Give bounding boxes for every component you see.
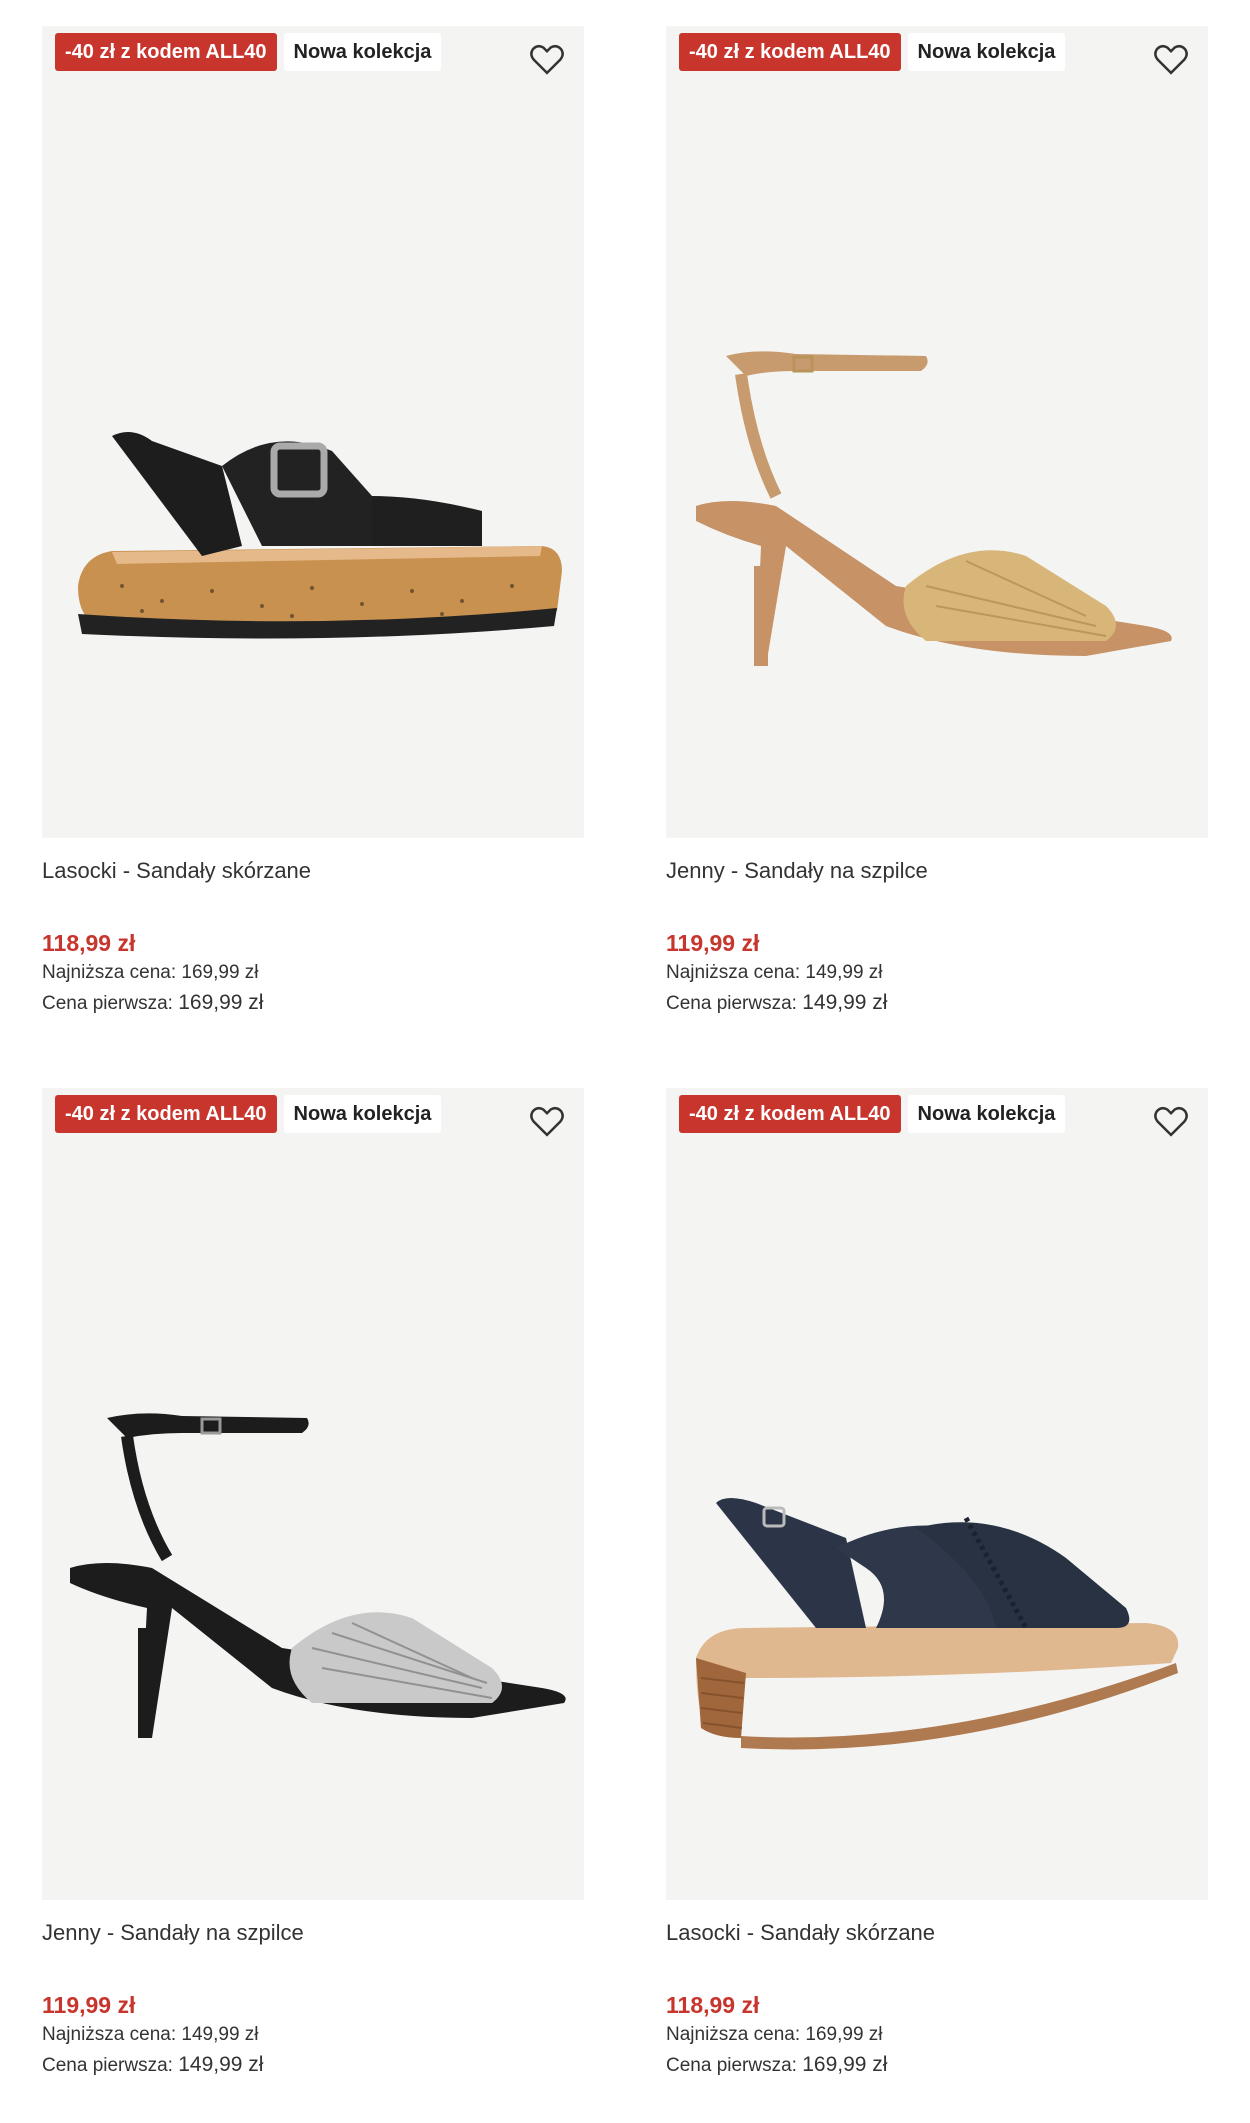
lowest-price-label: Najniższa cena: bbox=[42, 962, 177, 983]
first-price-row: Cena pierwsza: 149,99 zł bbox=[42, 2050, 584, 2080]
promo-badge: -40 zł z kodem ALL40 bbox=[55, 1095, 277, 1133]
first-price-label: Cena pierwsza: bbox=[42, 2055, 173, 2076]
lowest-price-value: 169,99 zł bbox=[181, 962, 259, 983]
first-price-label: Cena pierwsza: bbox=[666, 993, 797, 1014]
heart-outline-icon bbox=[1154, 1106, 1188, 1137]
first-price-value: 169,99 zł bbox=[178, 991, 264, 1014]
product-image[interactable]: -40 zł z kodem ALL40 Nowa kolekcja bbox=[666, 1088, 1208, 1900]
favorite-button[interactable] bbox=[1150, 1102, 1192, 1140]
product-name[interactable]: Jenny - Sandały na szpilce bbox=[42, 1918, 584, 1948]
product-card[interactable]: -40 zł z kodem ALL40 Nowa kolekcja Lasoc… bbox=[666, 1088, 1208, 2080]
new-collection-badge: Nowa kolekcja bbox=[283, 1095, 442, 1133]
favorite-button[interactable] bbox=[1150, 40, 1192, 78]
product-price: 119,99 zł bbox=[42, 1992, 136, 2018]
product-image[interactable]: -40 zł z kodem ALL40 Nowa kolekcja bbox=[42, 1088, 584, 1900]
lowest-price-row: Najniższa cena: 169,99 zł bbox=[666, 2020, 1208, 2050]
heart-outline-icon bbox=[530, 44, 564, 75]
lowest-price-value: 149,99 zł bbox=[805, 962, 883, 983]
product-image[interactable]: -40 zł z kodem ALL40 Nowa kolekcja bbox=[666, 26, 1208, 838]
first-price-value: 149,99 zł bbox=[178, 2053, 264, 2076]
product-price: 118,99 zł bbox=[42, 930, 136, 956]
navy-wedge-sandal-image bbox=[696, 1498, 1179, 1750]
product-card[interactable]: -40 zł z kodem ALL40 Nowa kolekcja Jenny… bbox=[42, 1088, 584, 2080]
lowest-price-label: Najniższa cena: bbox=[666, 2024, 801, 2045]
product-image[interactable]: -40 zł z kodem ALL40 Nowa kolekcja bbox=[42, 26, 584, 838]
black-silver-heeled-sandal-image bbox=[70, 1413, 566, 1738]
first-price-label: Cena pierwsza: bbox=[666, 2055, 797, 2076]
lowest-price-label: Najniższa cena: bbox=[666, 962, 801, 983]
first-price-label: Cena pierwsza: bbox=[42, 993, 173, 1014]
tan-gold-heeled-sandal-image bbox=[696, 351, 1172, 666]
product-card[interactable]: -40 zł z kodem ALL40 Nowa kolekcja Jenny… bbox=[666, 26, 1208, 1018]
product-price: 118,99 zł bbox=[666, 1992, 760, 2018]
lowest-price-row: Najniższa cena: 169,99 zł bbox=[42, 958, 584, 988]
favorite-button[interactable] bbox=[526, 40, 568, 78]
lowest-price-value: 169,99 zł bbox=[805, 2024, 883, 2045]
product-name[interactable]: Jenny - Sandały na szpilce bbox=[666, 856, 1208, 886]
lowest-price-value: 149,99 zł bbox=[181, 2024, 259, 2045]
first-price-row: Cena pierwsza: 169,99 zł bbox=[666, 2050, 1208, 2080]
heart-outline-icon bbox=[530, 1106, 564, 1137]
new-collection-badge: Nowa kolekcja bbox=[907, 1095, 1066, 1133]
lowest-price-row: Najniższa cena: 149,99 zł bbox=[42, 2020, 584, 2050]
new-collection-badge: Nowa kolekcja bbox=[907, 33, 1066, 71]
black-platform-sandal-image bbox=[78, 432, 562, 639]
promo-badge: -40 zł z kodem ALL40 bbox=[679, 33, 901, 71]
product-card[interactable]: -40 zł z kodem ALL40 Nowa kolekcja Lasoc… bbox=[42, 26, 584, 1018]
product-name[interactable]: Lasocki - Sandały skórzane bbox=[42, 856, 584, 886]
first-price-row: Cena pierwsza: 169,99 zł bbox=[42, 988, 584, 1018]
heart-outline-icon bbox=[1154, 44, 1188, 75]
promo-badge: -40 zł z kodem ALL40 bbox=[679, 1095, 901, 1133]
lowest-price-label: Najniższa cena: bbox=[42, 2024, 177, 2045]
new-collection-badge: Nowa kolekcja bbox=[283, 33, 442, 71]
favorite-button[interactable] bbox=[526, 1102, 568, 1140]
first-price-value: 169,99 zł bbox=[802, 2053, 888, 2076]
first-price-value: 149,99 zł bbox=[802, 991, 888, 1014]
product-name[interactable]: Lasocki - Sandały skórzane bbox=[666, 1918, 1208, 1948]
product-price: 119,99 zł bbox=[666, 930, 760, 956]
lowest-price-row: Najniższa cena: 149,99 zł bbox=[666, 958, 1208, 988]
first-price-row: Cena pierwsza: 149,99 zł bbox=[666, 988, 1208, 1018]
promo-badge: -40 zł z kodem ALL40 bbox=[55, 33, 277, 71]
